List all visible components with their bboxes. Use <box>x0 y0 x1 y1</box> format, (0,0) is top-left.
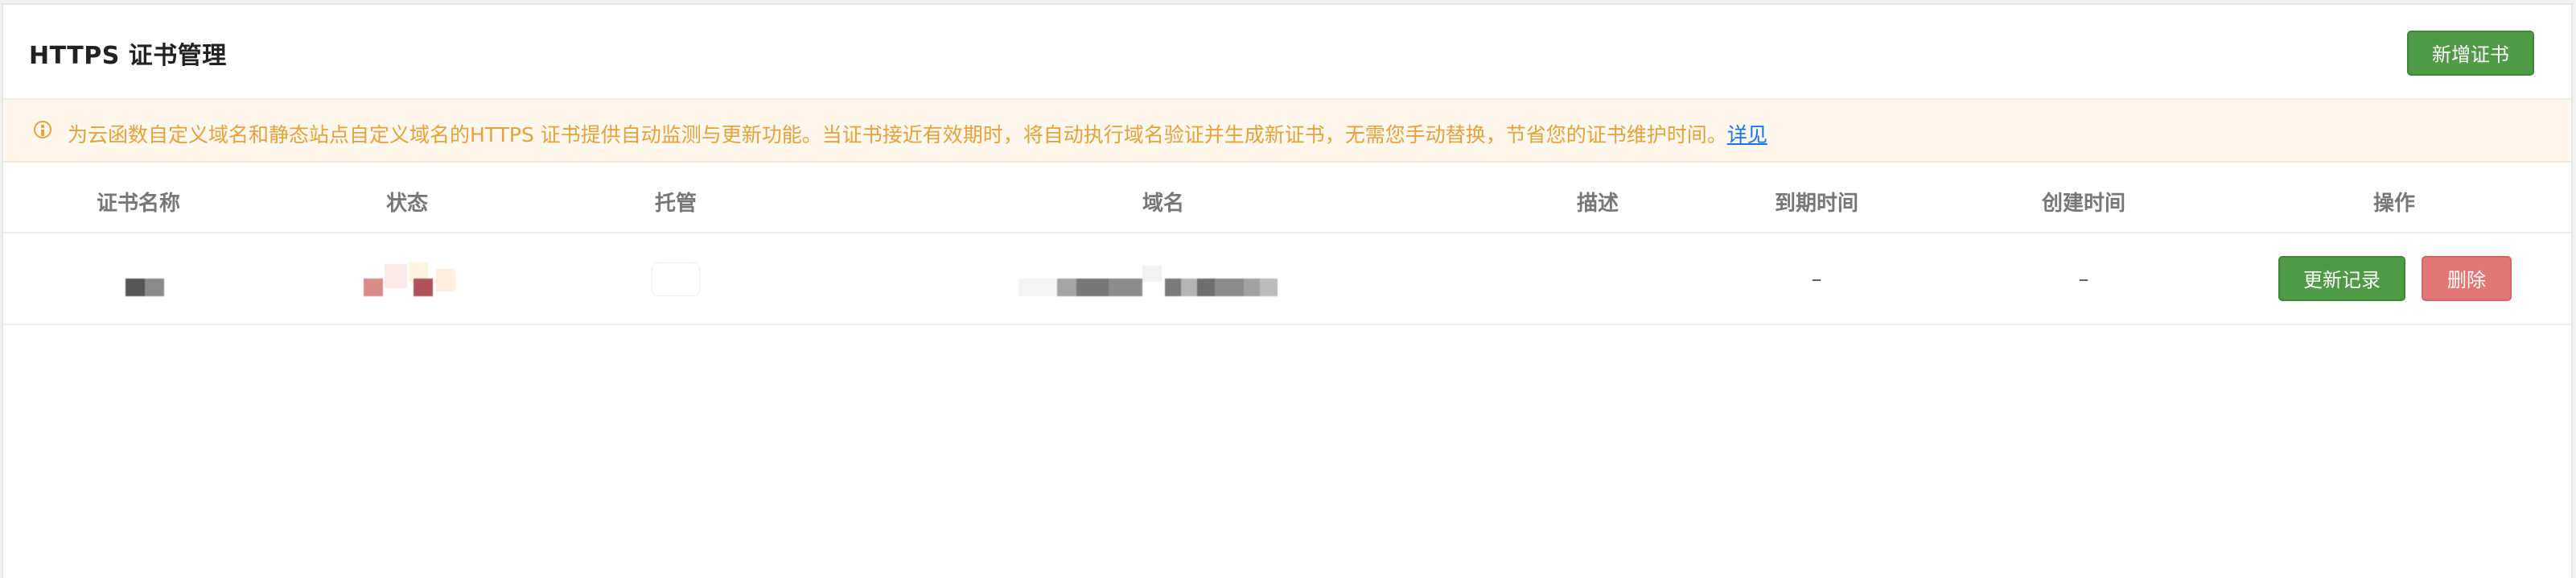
page-header: HTTPS 证书管理 新增证书 <box>3 5 2571 100</box>
delete-button[interactable]: 删除 <box>2422 256 2512 301</box>
column-header-expire-time: 到期时间 <box>1774 192 1859 216</box>
column-header-actions: 操作 <box>2372 192 2416 216</box>
add-certificate-button[interactable]: 新增证书 <box>2407 31 2534 76</box>
notice-banner: 为云函数自定义域名和静态站点自定义域名的HTTPS 证书提供自动监测与更新功能。… <box>3 100 2571 163</box>
table-row: – – 更新记录 删除 <box>3 233 2571 325</box>
certificate-panel: HTTPS 证书管理 新增证书 为云函数自定义域名和静态站点自定义域名的HTTP… <box>2 3 2573 578</box>
notice-text: 为云函数自定义域名和静态站点自定义域名的HTTPS 证书提供自动监测与更新功能。… <box>68 119 1767 148</box>
cert-name-redacted <box>126 279 164 296</box>
page-title: HTTPS 证书管理 <box>29 42 227 70</box>
status-redacted <box>357 262 470 301</box>
table-header: 证书名称 状态 托管 域名 描述 到期时间 创建时间 操作 <box>3 163 2571 233</box>
create-time-value: – <box>2078 267 2089 291</box>
column-header-create-time: 创建时间 <box>2041 192 2126 216</box>
notice-details-link[interactable]: 详见 <box>1727 123 1767 147</box>
domain-redacted <box>1018 264 1308 299</box>
notice-message: 为云函数自定义域名和静态站点自定义域名的HTTPS 证书提供自动监测与更新功能。… <box>68 123 1727 147</box>
column-header-hosting: 托管 <box>654 192 697 216</box>
update-record-button[interactable]: 更新记录 <box>2278 256 2405 301</box>
info-circle-icon <box>34 121 51 138</box>
column-header-status: 状态 <box>385 192 429 216</box>
expire-time-value: – <box>1811 267 1822 291</box>
column-header-cert-name: 证书名称 <box>96 192 181 216</box>
hosting-redacted <box>652 262 700 296</box>
column-header-domain: 域名 <box>1142 192 1185 216</box>
column-header-description: 描述 <box>1576 192 1619 216</box>
